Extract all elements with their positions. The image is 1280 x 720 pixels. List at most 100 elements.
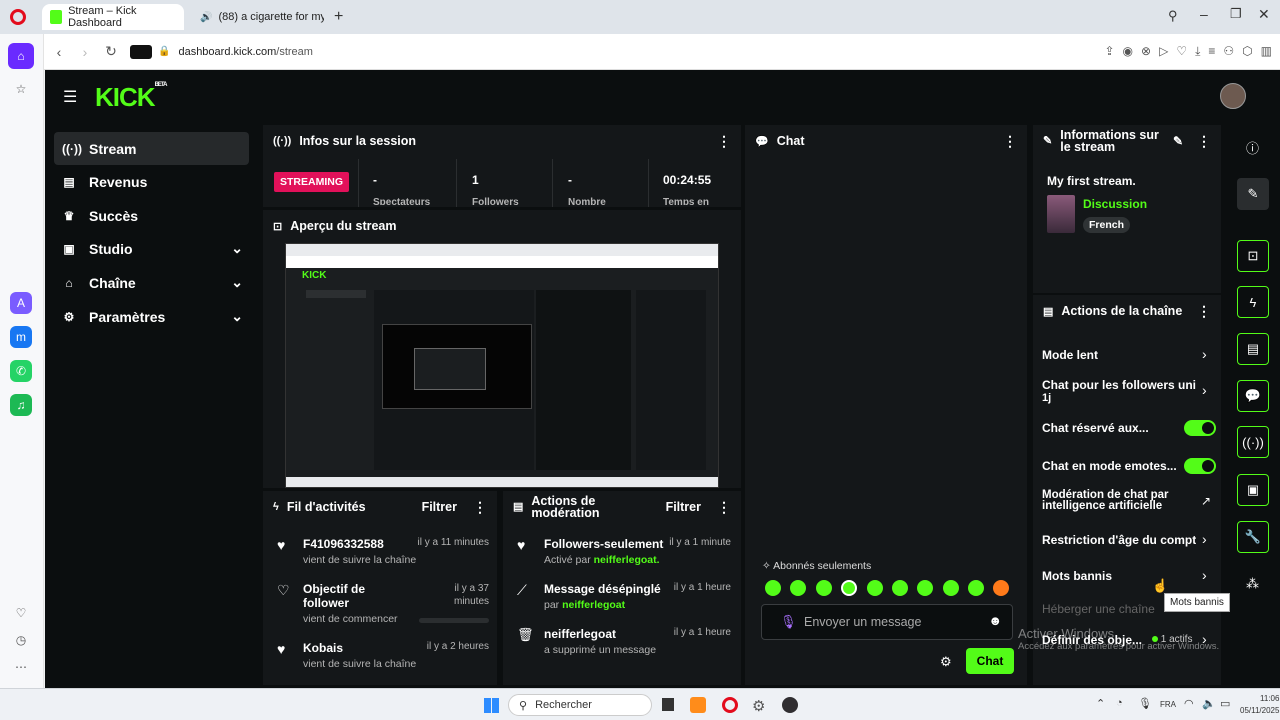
back-button[interactable]: ‹ xyxy=(46,39,72,65)
wifi-icon[interactable]: ◠ xyxy=(1184,697,1194,710)
battery-icon[interactable]: ▭ xyxy=(1220,697,1230,710)
history-icon[interactable]: ◷ xyxy=(10,629,32,651)
category-thumbnail[interactable] xyxy=(1047,195,1075,233)
sidebar-item-succes[interactable]: ♛ Succès xyxy=(54,199,249,232)
reload-button[interactable]: ↻ xyxy=(98,39,124,65)
more-options-icon[interactable]: ⋮ xyxy=(717,133,731,150)
aria-icon[interactable]: A xyxy=(10,292,32,314)
chat-widget-button[interactable]: 💬 xyxy=(1237,380,1269,412)
sidebar-item-revenus[interactable]: ▤ Revenus xyxy=(54,165,249,198)
workspace-icon[interactable]: ⌂ xyxy=(8,43,34,69)
kick-logo[interactable]: KICKBETA xyxy=(95,82,167,113)
emote-button[interactable] xyxy=(968,580,984,596)
emote-button[interactable] xyxy=(892,580,908,596)
chat-input-field[interactable]: 🎙 Envoyer un message ☻ xyxy=(761,604,1013,640)
sidebar-item-chaine[interactable]: ⌂ Chaîne ⌄ xyxy=(54,266,249,299)
new-tab-button[interactable]: + xyxy=(334,8,343,26)
subscribers-chat-toggle[interactable] xyxy=(1184,420,1216,436)
minimize-button[interactable]: – xyxy=(1200,6,1208,22)
emote-mode-toggle[interactable] xyxy=(1184,458,1216,474)
taskbar-search-field[interactable]: ⚲ Rechercher xyxy=(508,694,652,716)
opera-app-icon[interactable] xyxy=(722,697,738,713)
session-widget-button[interactable]: ((·)) xyxy=(1237,426,1269,458)
paint-app-icon[interactable] xyxy=(690,697,706,713)
hamburger-menu-icon[interactable]: ☰ xyxy=(63,87,77,107)
chat-send-button[interactable]: Chat xyxy=(966,648,1014,674)
filter-button[interactable]: Filtrer xyxy=(422,500,457,514)
menu-icon[interactable]: ≡ xyxy=(1208,44,1215,59)
spotify-icon[interactable]: ♫ xyxy=(10,394,32,416)
audio-icon[interactable]: 🔊 xyxy=(200,12,212,23)
more-options-icon[interactable]: ⋮ xyxy=(1197,134,1211,148)
chevron-right-icon[interactable]: › xyxy=(1202,346,1207,362)
language-indicator[interactable]: FRA xyxy=(1160,700,1176,709)
restore-button[interactable]: ❐ xyxy=(1230,6,1242,22)
more-options-icon[interactable]: ⋮ xyxy=(717,500,731,514)
banned-words-label[interactable]: Mots bannis xyxy=(1042,569,1112,583)
stream-preview-video[interactable]: KICK xyxy=(285,243,719,488)
tray-chevron-icon[interactable]: ⌃ xyxy=(1096,697,1105,710)
sidebar-item-stream[interactable]: ((·)) Stream xyxy=(54,132,249,165)
microphone-icon[interactable]: 🎙 xyxy=(780,614,797,630)
chat-settings-icon[interactable]: ⚙ xyxy=(940,654,952,670)
url-field[interactable]: dashboard.kick.com/stream xyxy=(178,46,313,58)
tab-kick-dashboard[interactable]: Stream – Kick Dashboard xyxy=(42,4,184,30)
heart-icon[interactable]: ♡ xyxy=(1176,44,1187,59)
more-options-icon[interactable]: ⋮ xyxy=(473,499,487,516)
share-icon[interactable]: ⇪ xyxy=(1104,44,1114,59)
obs-app-icon[interactable] xyxy=(782,697,798,713)
info-icon[interactable]: ⓘ xyxy=(1246,138,1259,157)
tray-icon[interactable]: ◔ xyxy=(1116,697,1123,709)
edit-mode-button[interactable]: ✎ xyxy=(1237,178,1269,210)
messenger-icon[interactable]: m xyxy=(10,326,32,348)
emote-button[interactable] xyxy=(765,580,781,596)
tab-youtube[interactable]: 🔊 (88) a cigarette for my xyxy=(186,4,324,30)
age-restriction-label[interactable]: Restriction d'âge du compt xyxy=(1042,533,1196,547)
sidebar-toggle-icon[interactable]: ▥ xyxy=(1261,44,1272,59)
tray-mic-icon[interactable]: 🎙 xyxy=(1138,697,1152,710)
opera-logo-icon[interactable] xyxy=(10,9,26,25)
more-icon[interactable]: ⋯ xyxy=(10,656,32,678)
more-options-icon[interactable]: ⋮ xyxy=(1197,303,1211,320)
task-view-icon[interactable] xyxy=(662,698,674,711)
emote-button[interactable] xyxy=(943,580,959,596)
emote-button[interactable] xyxy=(993,580,1009,596)
camera-icon[interactable]: ◉ xyxy=(1123,44,1133,59)
chevron-right-icon[interactable]: › xyxy=(1202,531,1207,547)
play-icon[interactable]: ▷ xyxy=(1159,44,1168,59)
emote-button[interactable] xyxy=(816,580,832,596)
emoji-icon[interactable]: ☻ xyxy=(988,613,1002,628)
download-icon[interactable]: ⤓ xyxy=(1195,44,1200,59)
slow-mode-label[interactable]: Mode lent xyxy=(1042,348,1098,362)
extensions-icon[interactable]: ⬡ xyxy=(1242,44,1252,59)
followers-chat-label[interactable]: Chat pour les followers uni xyxy=(1042,378,1196,392)
sidebar-item-studio[interactable]: ▣ Studio ⌄ xyxy=(54,232,249,265)
user-avatar[interactable] xyxy=(1220,83,1246,109)
activity-widget-button[interactable]: ϟ xyxy=(1237,286,1269,318)
settings-app-icon[interactable]: ⚙ xyxy=(752,697,765,715)
volume-icon[interactable]: 🔈 xyxy=(1202,697,1216,710)
camera-widget-button[interactable]: ▣ xyxy=(1237,474,1269,506)
filter-button[interactable]: Filtrer xyxy=(666,501,701,514)
adblock-icon[interactable]: ⊗ xyxy=(1141,44,1151,59)
external-link-icon[interactable]: ↗ xyxy=(1201,494,1211,508)
more-widgets-icon[interactable]: ⁂ xyxy=(1246,576,1259,592)
favorites-icon[interactable]: ♡ xyxy=(10,602,32,624)
clock[interactable]: 11:06 05/11/2025 xyxy=(1240,693,1279,717)
edit-icon[interactable]: ✎ xyxy=(1173,135,1183,147)
chevron-right-icon[interactable]: › xyxy=(1202,382,1207,398)
more-options-icon[interactable]: ⋮ xyxy=(1003,133,1017,150)
vpn-badge-icon[interactable] xyxy=(130,44,152,59)
emote-button[interactable] xyxy=(841,580,857,596)
forward-button[interactable]: › xyxy=(72,39,98,65)
preview-widget-button[interactable]: ⊡ xyxy=(1237,240,1269,272)
search-tabs-icon[interactable]: ⚲ xyxy=(1168,8,1178,24)
sidebar-item-parametres[interactable]: ⚙ Paramètres ⌄ xyxy=(54,300,249,333)
close-window-button[interactable]: ✕ xyxy=(1258,6,1270,23)
pin-icon[interactable]: ☆ xyxy=(10,78,32,100)
profile-icon[interactable]: ⚇ xyxy=(1223,44,1234,59)
emote-button[interactable] xyxy=(917,580,933,596)
ai-moderation-label[interactable]: Modération de chat par intelligence arti… xyxy=(1042,489,1182,512)
emote-button[interactable] xyxy=(790,580,806,596)
emote-button[interactable] xyxy=(867,580,883,596)
